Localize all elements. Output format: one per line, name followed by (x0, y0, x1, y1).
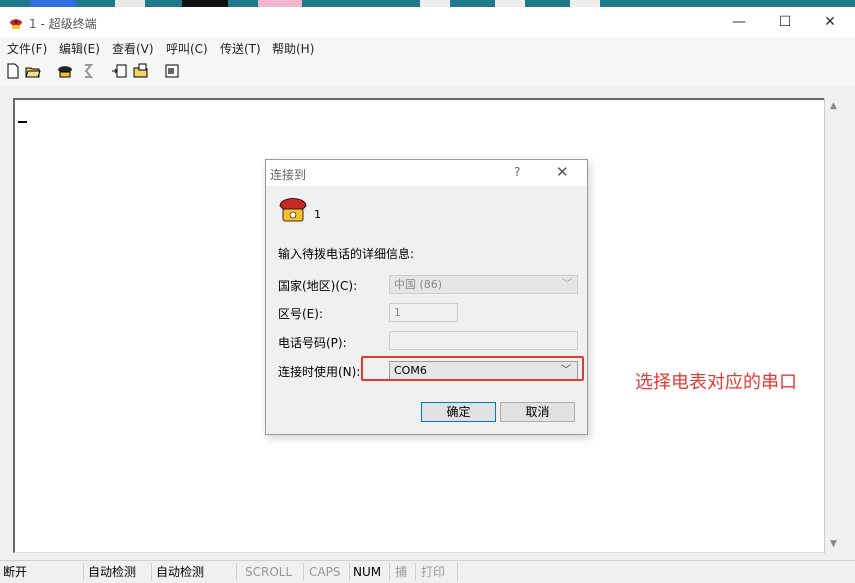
ok-button[interactable]: 确定 (421, 402, 496, 422)
area-code-value: 1 (394, 306, 401, 319)
area-code-label: 区号(E): (278, 307, 323, 321)
taskbar-app-icon[interactable] (115, 0, 145, 7)
taskbar-app-icon[interactable] (30, 0, 76, 7)
status-detect-1: 自动检测 (85, 563, 152, 581)
taskbar-app-icon[interactable] (258, 0, 302, 7)
terminal-cursor (18, 121, 27, 123)
menu-call[interactable]: 呼叫(C) (166, 40, 208, 57)
status-print: 打印 (418, 563, 458, 581)
area-code-input[interactable]: 1 (389, 303, 458, 322)
maximize-button[interactable]: ☐ (762, 7, 808, 37)
phone-number-label: 电话号码(P): (278, 336, 347, 350)
country-label: 国家(地区)(C): (278, 279, 358, 293)
status-capture: 捕 (392, 563, 416, 581)
call-icon[interactable] (57, 63, 73, 79)
phone-icon (279, 198, 307, 222)
scroll-up-icon[interactable]: ▲ (825, 98, 842, 115)
taskbar-app-icon[interactable] (420, 0, 450, 7)
scroll-down-icon[interactable]: ▼ (825, 536, 842, 553)
dialog-close-button[interactable]: ✕ (556, 163, 569, 181)
status-detect-2: 自动检测 (153, 563, 237, 581)
disconnect-icon[interactable] (80, 63, 96, 79)
status-scroll: SCROLL (242, 563, 304, 581)
taskbar-app-icon[interactable] (495, 0, 525, 7)
receive-icon[interactable] (133, 63, 149, 79)
phone-number-input[interactable] (389, 331, 578, 350)
instruction-text: 输入待拨电话的详细信息: (278, 247, 415, 261)
vertical-scrollbar[interactable]: ▲ ▼ (824, 98, 842, 553)
menu-bar: 文件(F) 编辑(E) 查看(V) 呼叫(C) 传送(T) 帮助(H) (0, 37, 855, 58)
menu-view[interactable]: 查看(V) (112, 40, 154, 57)
status-num: NUM (350, 563, 390, 581)
taskbar-app-icon[interactable] (182, 0, 228, 7)
chevron-down-icon: ﹀ (562, 279, 572, 290)
send-icon[interactable] (111, 63, 127, 79)
dialog-title-bar[interactable]: 连接到 ? ✕ (266, 160, 587, 186)
taskbar-app-icon[interactable] (570, 0, 600, 7)
cancel-button[interactable]: 取消 (500, 402, 575, 422)
menu-file[interactable]: 文件(F) (7, 40, 47, 57)
menu-edit[interactable]: 编辑(E) (59, 40, 100, 57)
open-icon[interactable] (25, 63, 41, 79)
country-select[interactable]: 中国 (86) ﹀ (389, 275, 578, 294)
minimize-button[interactable]: — (716, 7, 762, 37)
hyperterminal-icon (10, 19, 22, 29)
status-connection: 断开 (0, 563, 84, 581)
taskbar-strip (0, 0, 855, 7)
close-button[interactable]: ✕ (807, 7, 853, 37)
menu-help[interactable]: 帮助(H) (272, 40, 314, 57)
properties-icon[interactable] (164, 63, 180, 79)
title-bar[interactable]: 1 - 超级终端 — ☐ ✕ (0, 7, 855, 37)
menu-transfer[interactable]: 传送(T) (220, 40, 261, 57)
connection-name: 1 (314, 208, 321, 221)
highlight-box (361, 356, 584, 381)
connect-using-label: 连接时使用(N): (278, 365, 361, 379)
status-caps: CAPS (306, 563, 350, 581)
new-icon[interactable] (5, 63, 21, 79)
dialog-title: 连接到 (270, 168, 307, 182)
status-bar: 断开 自动检测 自动检测 SCROLL CAPS NUM 捕 打印 (0, 560, 855, 583)
country-value: 中国 (86) (394, 278, 443, 291)
toolbar (0, 58, 855, 87)
help-button[interactable]: ? (514, 165, 520, 179)
window-title: 1 - 超级终端 (29, 17, 97, 31)
connect-to-dialog: 连接到 ? ✕ 1 输入待拨电话的详细信息: 国家(地区)(C): 中国 (86… (265, 159, 588, 435)
annotation-text: 选择电表对应的串口 (635, 372, 797, 393)
